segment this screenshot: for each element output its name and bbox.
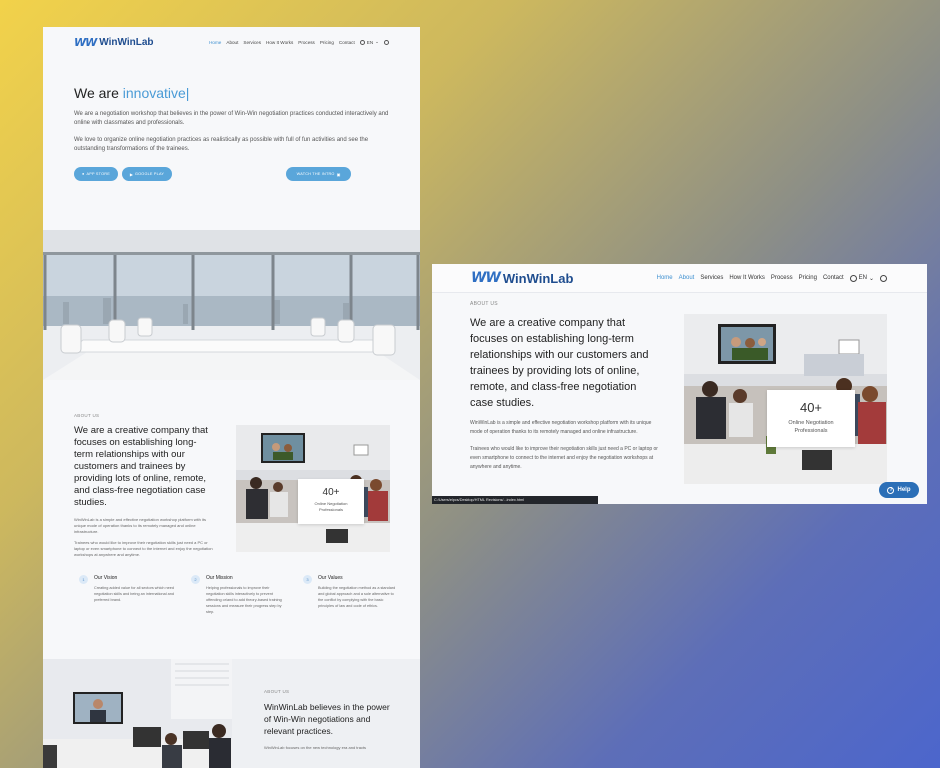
- app-store-button[interactable]: ● APP STORE: [74, 167, 118, 181]
- play-icon: ▶: [129, 172, 133, 177]
- value-item: 1 Our Vision Creating added value for al…: [79, 575, 175, 615]
- watch-intro-button[interactable]: WATCH THE INTRO ▣: [286, 167, 351, 181]
- video-call-photo: [43, 659, 232, 768]
- top-nav: WW WinWinLab Home About Services How It …: [43, 27, 420, 57]
- nav-contact[interactable]: Contact: [823, 275, 844, 281]
- value-text: Creating added value for all sectors whi…: [94, 586, 175, 602]
- value-title: Our Values: [318, 575, 343, 581]
- status-bar-url: C:/Users/elpcs/Desktop/HTML Revisions/..…: [432, 496, 598, 504]
- value-text: Building the negotiation method as a sta…: [318, 586, 396, 608]
- value-text: Helping professionals to improve their n…: [206, 586, 282, 614]
- nav-process[interactable]: Process: [771, 275, 793, 281]
- nav-home[interactable]: Home: [209, 40, 221, 45]
- info-icon[interactable]: [880, 274, 887, 282]
- hero-title-accent: innovative|: [122, 85, 190, 101]
- value-number: 1: [79, 575, 88, 584]
- value-number: 2: [191, 575, 200, 584]
- logo[interactable]: WW WinWinLab: [74, 36, 154, 49]
- belief-text-block: ABOUT US WinWinLab believes in the power…: [264, 689, 394, 750]
- about-heading: We are a creative company that focuses o…: [74, 425, 208, 508]
- hero-paragraph-1: We are a negotiation workshop that belie…: [74, 111, 389, 126]
- globe-icon: [849, 274, 857, 282]
- page-preview-full: WW WinWinLab Home About Services How It …: [43, 27, 420, 768]
- stat-label: Online Negotiation Professionals: [314, 501, 348, 512]
- value-number: 3: [303, 575, 312, 584]
- logo[interactable]: WW WinWinLab: [471, 270, 573, 286]
- nav-pricing[interactable]: Pricing: [799, 275, 817, 281]
- google-play-button[interactable]: ▶ GOOGLE PLAY: [122, 167, 172, 181]
- stat-label: Online Negotiation Professionals: [788, 420, 834, 434]
- nav-how-it-works[interactable]: How It Works: [266, 40, 293, 45]
- language-selector[interactable]: EN ⌄: [359, 39, 379, 45]
- language-label: EN: [366, 39, 374, 45]
- help-label: Help: [897, 487, 911, 493]
- hero-buttons: ● APP STORE ▶ GOOGLE PLAY WATCH THE INTR…: [74, 167, 389, 183]
- nav-services[interactable]: Services: [243, 40, 261, 45]
- info-icon[interactable]: [384, 39, 389, 45]
- meeting-photo: 40+ Online Negotiation Professionals: [684, 314, 887, 484]
- about-paragraph-2: Trainees who would like to improve their…: [74, 540, 213, 557]
- video-call-illustration: [43, 659, 232, 768]
- app-store-label: APP STORE: [86, 172, 110, 176]
- video-icon: ▣: [336, 172, 341, 177]
- nav-about[interactable]: About: [226, 40, 238, 45]
- values-row: 1 Our Vision Creating added value for al…: [79, 575, 399, 615]
- conference-room-photo: [43, 230, 420, 380]
- stat-card: 40+ Online Negotiation Professionals: [767, 390, 855, 447]
- logo-mark: WW: [74, 35, 97, 49]
- about-paragraph-2: Trainees who would like to improve their…: [470, 446, 658, 470]
- google-play-label: GOOGLE PLAY: [134, 172, 165, 176]
- value-item: 2 Our Mission Helping professionals to i…: [191, 575, 287, 615]
- nav-menu: Home About Services How It Works Process…: [209, 39, 389, 45]
- page-preview-window: WW WinWinLab Home About Services How It …: [432, 264, 927, 504]
- belief-eyebrow: ABOUT US: [264, 689, 290, 694]
- nav-process[interactable]: Process: [298, 40, 315, 45]
- belief-section: ABOUT US WinWinLab believes in the power…: [43, 659, 420, 768]
- nav-about[interactable]: About: [679, 275, 695, 281]
- hero-paragraph-2: We love to organize online negotiation p…: [74, 137, 369, 152]
- about-paragraph-1: WinWinLab is a simple and effective nego…: [74, 517, 206, 534]
- value-title: Our Vision: [94, 575, 118, 581]
- language-selector[interactable]: EN ⌄: [849, 274, 874, 282]
- nav-pricing[interactable]: Pricing: [320, 40, 334, 45]
- language-label: EN: [858, 275, 867, 281]
- apple-icon: ●: [82, 172, 85, 176]
- help-button[interactable]: ? Help: [879, 482, 919, 498]
- nav-menu: Home About Services How It Works Process…: [657, 274, 887, 282]
- belief-text: WinWinLab focuses on the new technology …: [264, 745, 367, 750]
- belief-heading: WinWinLab believes in the power of Win-W…: [264, 702, 390, 736]
- logo-text: WinWinLab: [99, 36, 154, 48]
- about-heading: We are a creative company that focuses o…: [470, 317, 649, 409]
- value-title: Our Mission: [206, 575, 233, 581]
- about-section: ABOUT US We are a creative company that …: [74, 413, 394, 558]
- nav-contact[interactable]: Contact: [339, 40, 355, 45]
- hero-title: We are innovative|: [74, 85, 389, 101]
- logo-text: WinWinLab: [502, 270, 574, 286]
- chevron-down-icon: ⌄: [868, 275, 874, 282]
- value-item: 3 Our Values Building the negotiation me…: [303, 575, 399, 615]
- nav-services[interactable]: Services: [700, 275, 723, 281]
- watch-intro-label: WATCH THE INTRO: [296, 172, 335, 176]
- about-eyebrow: ABOUT US: [470, 301, 498, 307]
- top-nav: WW WinWinLab Home About Services How It …: [432, 264, 927, 293]
- hero-title-prefix: We are: [74, 85, 119, 101]
- meeting-photo: 40+ Online Negotiation Professionals: [236, 425, 390, 552]
- chevron-down-icon: ⌄: [375, 39, 379, 44]
- conference-room-illustration: [43, 230, 420, 380]
- stat-number: 40+: [322, 487, 340, 498]
- stat-number: 40+: [799, 400, 823, 415]
- stat-card: 40+ Online Negotiation Professionals: [298, 479, 364, 524]
- globe-icon: [359, 39, 365, 45]
- question-icon: ?: [887, 486, 895, 494]
- about-paragraph-1: WinWinLab is a simple and effective nego…: [470, 420, 652, 435]
- logo-mark: WW: [471, 270, 501, 286]
- about-section: ABOUT US We are a creative company that …: [470, 301, 670, 472]
- nav-home[interactable]: Home: [657, 275, 673, 281]
- about-eyebrow: ABOUT US: [74, 413, 100, 418]
- nav-how-it-works[interactable]: How It Works: [729, 275, 765, 281]
